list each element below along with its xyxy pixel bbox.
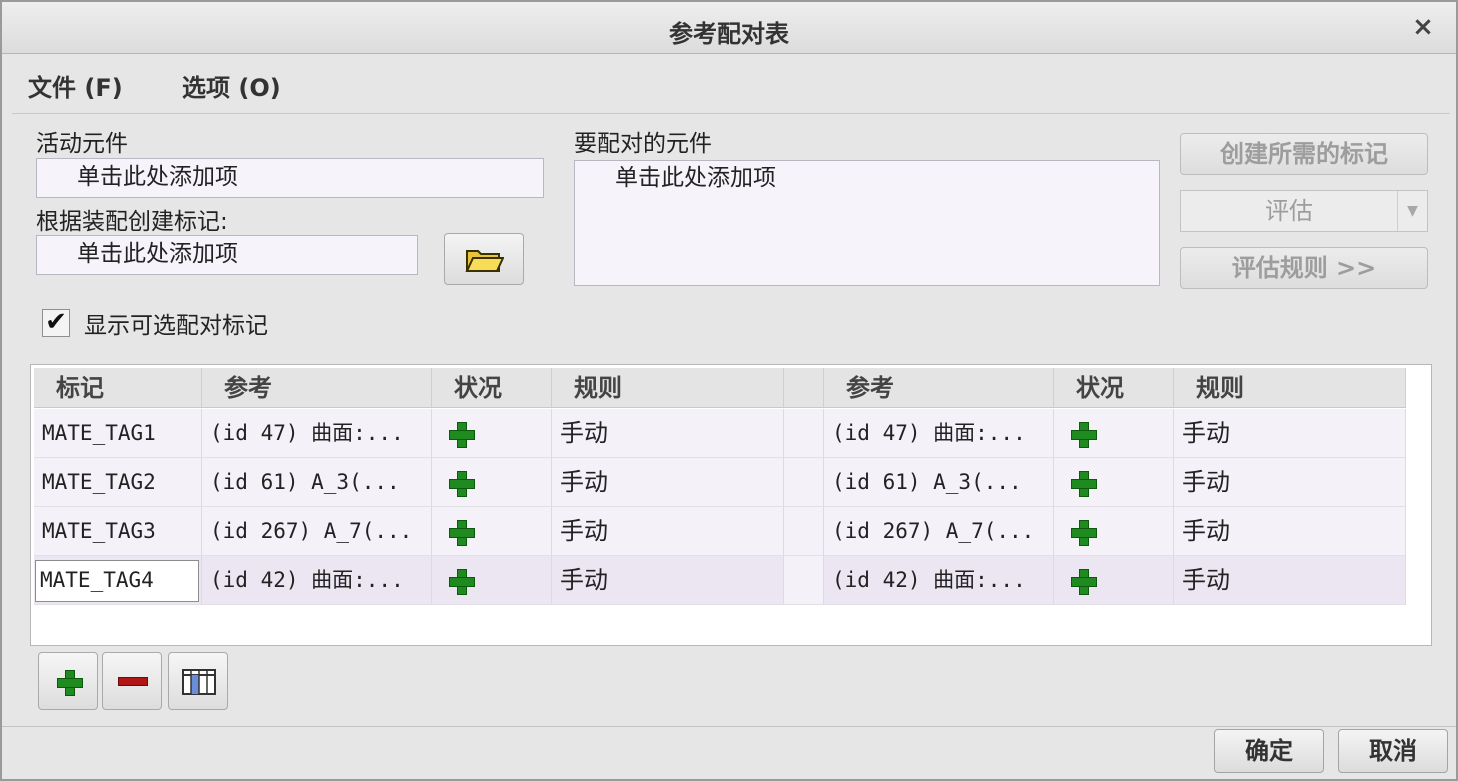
active-component-field[interactable]: 单击此处添加项 (36, 158, 544, 198)
cell-rule-2[interactable]: 手动 (1174, 409, 1406, 458)
cell-reference-2[interactable]: (id 47) 曲面:... (824, 409, 1054, 458)
chevron-down-icon[interactable]: ▼ (1397, 191, 1427, 231)
cell-reference-1[interactable]: (id 47) 曲面:... (202, 409, 432, 458)
cell-reference-2[interactable]: (id 42) 曲面:... (824, 556, 1054, 605)
close-icon[interactable]: × (1408, 12, 1438, 42)
evaluate-select[interactable]: 评估 ▼ (1180, 190, 1428, 232)
cell-reference-1[interactable]: (id 61) A_3(... (202, 458, 432, 507)
ok-button[interactable]: 确定 (1214, 729, 1324, 773)
columns-button[interactable] (168, 652, 228, 710)
add-row-button[interactable] (38, 652, 98, 710)
cell-spacer (784, 409, 824, 458)
create-from-assembly-label: 根据装配创建标记: (36, 209, 228, 235)
show-optional-checkbox[interactable]: ✔ (42, 309, 70, 337)
reference-pairing-dialog: 参考配对表 × 文件 (F) 选项 (O) 活动元件 单击此处添加项 根据装配创… (0, 0, 1458, 781)
minus-icon (118, 677, 148, 686)
cell-tag[interactable]: MATE_TAG2 (34, 458, 202, 507)
dialog-title: 参考配对表 (669, 20, 789, 48)
cell-rule-2[interactable]: 手动 (1174, 507, 1406, 556)
header-rule-2[interactable]: 规则 (1174, 368, 1406, 408)
cell-status-2[interactable] (1054, 507, 1174, 556)
header-spacer (784, 368, 824, 408)
cell-reference-2[interactable]: (id 267) A_7(... (824, 507, 1054, 556)
cell-reference-1[interactable]: (id 267) A_7(... (202, 507, 432, 556)
header-reference-2[interactable]: 参考 (824, 368, 1054, 408)
components-to-mate-list[interactable]: 单击此处添加项 (574, 160, 1160, 286)
tag-edit-field[interactable]: MATE_TAG4 (35, 560, 199, 602)
cell-reference-2[interactable]: (id 61) A_3(... (824, 458, 1054, 507)
plus-icon (448, 421, 475, 448)
header-reference-1[interactable]: 参考 (202, 368, 432, 408)
cell-status-1[interactable] (432, 458, 552, 507)
remove-row-button[interactable] (102, 652, 162, 710)
cell-rule-1[interactable]: 手动 (552, 556, 784, 605)
folder-icon (465, 250, 504, 272)
header-status-2[interactable]: 状况 (1054, 368, 1174, 408)
cell-status-1[interactable] (432, 556, 552, 605)
cell-status-1[interactable] (432, 507, 552, 556)
cell-spacer (784, 507, 824, 556)
open-folder-button[interactable] (444, 233, 524, 285)
cell-tag[interactable]: MATE_TAG1 (34, 409, 202, 458)
title-bar: 参考配对表 × (2, 2, 1456, 54)
plus-icon (448, 470, 475, 497)
create-from-assembly-field[interactable]: 单击此处添加项 (36, 235, 418, 275)
cell-rule-2[interactable]: 手动 (1174, 556, 1406, 605)
cell-reference-1[interactable]: (id 42) 曲面:... (202, 556, 432, 605)
show-optional-label: 显示可选配对标记 (84, 313, 268, 339)
plus-icon (56, 669, 83, 696)
plus-icon (1070, 519, 1097, 546)
cell-status-2[interactable] (1054, 556, 1174, 605)
columns-icon (182, 669, 216, 695)
cell-rule-1[interactable]: 手动 (552, 458, 784, 507)
cancel-button[interactable]: 取消 (1338, 729, 1448, 773)
create-required-tags-button[interactable]: 创建所需的标记 (1180, 133, 1428, 175)
menu-options[interactable]: 选项 (O) (182, 68, 281, 103)
plus-icon (1070, 470, 1097, 497)
cell-rule-2[interactable]: 手动 (1174, 458, 1406, 507)
plus-icon (448, 519, 475, 546)
plus-icon (1070, 421, 1097, 448)
header-status-1[interactable]: 状况 (432, 368, 552, 408)
plus-icon (1070, 568, 1097, 595)
cell-status-1[interactable] (432, 409, 552, 458)
header-rule-1[interactable]: 规则 (552, 368, 784, 408)
cell-spacer (784, 458, 824, 507)
cell-rule-1[interactable]: 手动 (552, 507, 784, 556)
cell-rule-1[interactable]: 手动 (552, 409, 784, 458)
menu-file[interactable]: 文件 (F) (28, 68, 123, 103)
active-component-label: 活动元件 (36, 131, 128, 157)
header-tag[interactable]: 标记 (34, 368, 202, 408)
evaluate-label: 评估 (1265, 197, 1313, 225)
evaluate-rules-button[interactable]: 评估规则 >> (1180, 247, 1428, 289)
cell-status-2[interactable] (1054, 458, 1174, 507)
plus-icon (448, 568, 475, 595)
cell-spacer (784, 556, 824, 605)
components-to-mate-label: 要配对的元件 (574, 131, 712, 157)
menu-bar: 文件 (F) 选项 (O) (12, 56, 1450, 114)
cell-status-2[interactable] (1054, 409, 1174, 458)
cell-tag[interactable]: MATE_TAG3 (34, 507, 202, 556)
